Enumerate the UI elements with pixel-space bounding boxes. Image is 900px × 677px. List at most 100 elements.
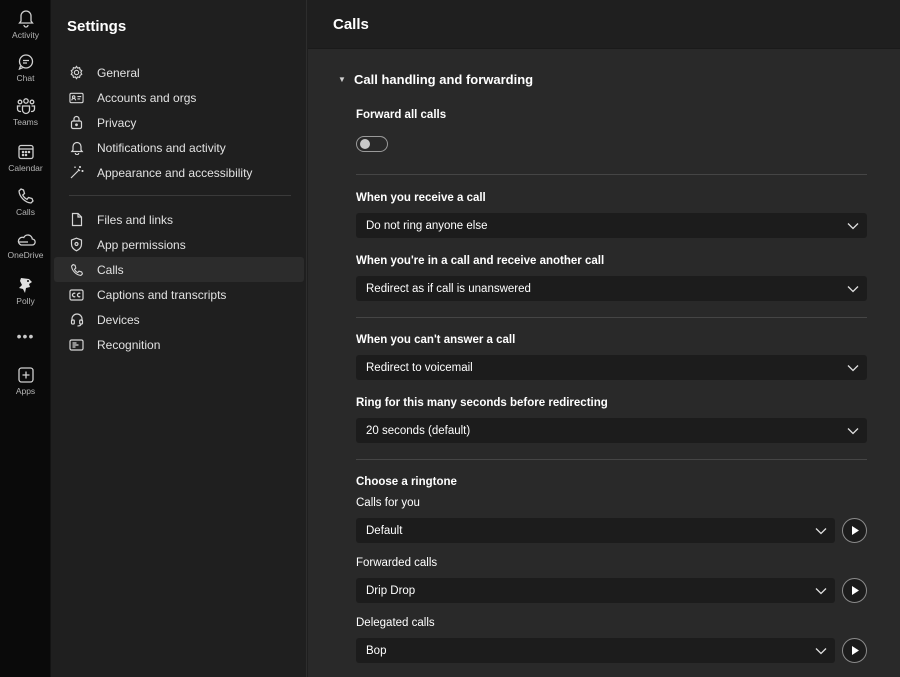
forward-all-label: Forward all calls <box>356 109 447 121</box>
section-divider <box>356 459 867 460</box>
sidebar-item-general[interactable]: General <box>54 60 304 85</box>
section-title: Call handling and forwarding <box>354 72 534 87</box>
ringtone-dropdown-forwarded[interactable]: Drip Drop <box>356 578 835 603</box>
receive-call-dropdown[interactable]: Do not ring anyone else <box>356 213 867 238</box>
sidebar-item-label: General <box>97 65 140 80</box>
rail-label: Calls <box>16 207 35 217</box>
plus-square-icon <box>17 367 34 383</box>
ring-seconds-label: Ring for this many seconds before redire… <box>356 397 608 409</box>
sidebar-item-label: Calls <box>97 262 124 277</box>
app-rail: Activity Chat Teams Calendar Calls OneDr… <box>0 0 51 677</box>
phone-icon <box>69 262 84 277</box>
main-panel: Calls ▼ Call handling and forwarding For… <box>308 0 900 677</box>
chevron-down-icon <box>847 425 859 437</box>
sidebar-item-app-permissions[interactable]: App permissions <box>54 232 304 257</box>
chat-icon <box>17 54 33 71</box>
play-ringtone-button[interactable] <box>842 518 867 543</box>
ringtone-label-forwarded: Forwarded calls <box>356 557 438 569</box>
ringtone-label-delegated: Delegated calls <box>356 617 435 629</box>
sidebar-item-label: Accounts and orgs <box>97 90 197 105</box>
ringtone-dropdown-delegated[interactable]: Bop <box>356 638 835 663</box>
play-ringtone-button[interactable] <box>842 638 867 663</box>
chevron-down-icon <box>847 362 859 374</box>
rail-item-teams[interactable]: Teams <box>0 97 51 127</box>
ring-seconds-dropdown[interactable]: 20 seconds (default) <box>356 418 867 443</box>
dropdown-value: Redirect as if call is unanswered <box>366 282 531 295</box>
wand-icon <box>69 165 84 180</box>
dropdown-value: Redirect to voicemail <box>366 361 473 374</box>
sidebar-item-privacy[interactable]: Privacy <box>54 110 304 135</box>
sidebar-item-appearance[interactable]: Appearance and accessibility <box>54 160 304 185</box>
rail-label: Apps <box>15 386 36 396</box>
rail-item-onedrive[interactable]: OneDrive <box>0 232 51 260</box>
more-apps-ellipsis[interactable]: ••• <box>0 328 51 344</box>
rail-item-chat[interactable]: Chat <box>0 53 51 83</box>
rail-item-polly[interactable]: Polly <box>0 276 51 306</box>
sidebar-item-files[interactable]: Files and links <box>54 207 304 232</box>
dropdown-value: Bop <box>366 644 387 657</box>
play-icon <box>851 646 859 655</box>
receive-call-label: When you receive a call <box>356 192 486 204</box>
rail-label: Activity <box>12 30 39 40</box>
sidebar-item-captions[interactable]: Captions and transcripts <box>54 282 304 307</box>
dropdown-value: 20 seconds (default) <box>366 424 471 437</box>
headset-icon <box>69 312 84 327</box>
caret-down-icon: ▼ <box>338 75 346 84</box>
sidebar-item-label: Recognition <box>97 337 161 352</box>
sidebar-title: Settings <box>67 18 127 35</box>
chevron-down-icon <box>815 585 827 597</box>
bell-icon <box>17 10 34 28</box>
in-call-label: When you're in a call and receive anothe… <box>356 255 605 267</box>
cant-answer-dropdown[interactable]: Redirect to voicemail <box>356 355 867 380</box>
ringtone-label-calls-for-you: Calls for you <box>356 497 420 509</box>
chevron-down-icon <box>847 220 859 232</box>
settings-sidebar: Settings General Accounts and orgs Priva… <box>52 0 307 677</box>
sidebar-item-accounts[interactable]: Accounts and orgs <box>54 85 304 110</box>
recognition-icon <box>69 337 84 352</box>
sidebar-item-label: Devices <box>97 312 140 327</box>
rail-label: Teams <box>12 117 39 127</box>
rail-label: Calendar <box>8 163 43 173</box>
rail-item-apps[interactable]: Apps <box>0 366 51 396</box>
section-divider <box>356 174 867 175</box>
sidebar-item-label: Notifications and activity <box>97 140 226 155</box>
dropdown-value: Drip Drop <box>366 584 416 597</box>
section-header-call-handling[interactable]: ▼ Call handling and forwarding <box>338 72 533 87</box>
polly-icon <box>18 278 32 293</box>
lock-icon <box>69 115 84 130</box>
rail-label: Chat <box>16 73 35 83</box>
sidebar-item-devices[interactable]: Devices <box>54 307 304 332</box>
page-title: Calls <box>333 15 369 33</box>
sidebar-item-label: Privacy <box>97 115 137 130</box>
chevron-down-icon <box>815 645 827 657</box>
rail-label: Polly <box>16 296 35 306</box>
sidebar-item-calls[interactable]: Calls <box>54 257 304 282</box>
in-call-dropdown[interactable]: Redirect as if call is unanswered <box>356 276 867 301</box>
sidebar-divider <box>69 195 291 196</box>
rail-item-calendar[interactable]: Calendar <box>0 143 51 173</box>
calendar-icon <box>17 144 34 160</box>
sidebar-item-notifications[interactable]: Notifications and activity <box>54 135 304 160</box>
ringtone-dropdown-calls-for-you[interactable]: Default <box>356 518 835 543</box>
file-icon <box>69 212 84 227</box>
teams-icon <box>16 98 35 115</box>
chevron-down-icon <box>815 525 827 537</box>
sidebar-item-label: Files and links <box>97 212 174 227</box>
play-icon <box>851 586 859 595</box>
shield-icon <box>69 237 84 252</box>
bell-icon <box>69 140 84 155</box>
forward-all-toggle[interactable] <box>356 136 388 152</box>
id-card-icon <box>69 90 84 105</box>
dropdown-value: Default <box>366 524 403 537</box>
play-ringtone-button[interactable] <box>842 578 867 603</box>
cant-answer-label: When you can't answer a call <box>356 334 516 346</box>
rail-item-calls[interactable]: Calls <box>0 187 51 217</box>
phone-icon <box>17 188 34 204</box>
sidebar-item-recognition[interactable]: Recognition <box>54 332 304 357</box>
rail-item-activity[interactable]: Activity <box>0 8 51 40</box>
sidebar-item-label: Appearance and accessibility <box>97 165 253 180</box>
toggle-knob <box>360 139 370 149</box>
ringtone-title: Choose a ringtone <box>356 476 457 488</box>
play-icon <box>851 526 859 535</box>
sidebar-item-label: App permissions <box>97 237 186 252</box>
